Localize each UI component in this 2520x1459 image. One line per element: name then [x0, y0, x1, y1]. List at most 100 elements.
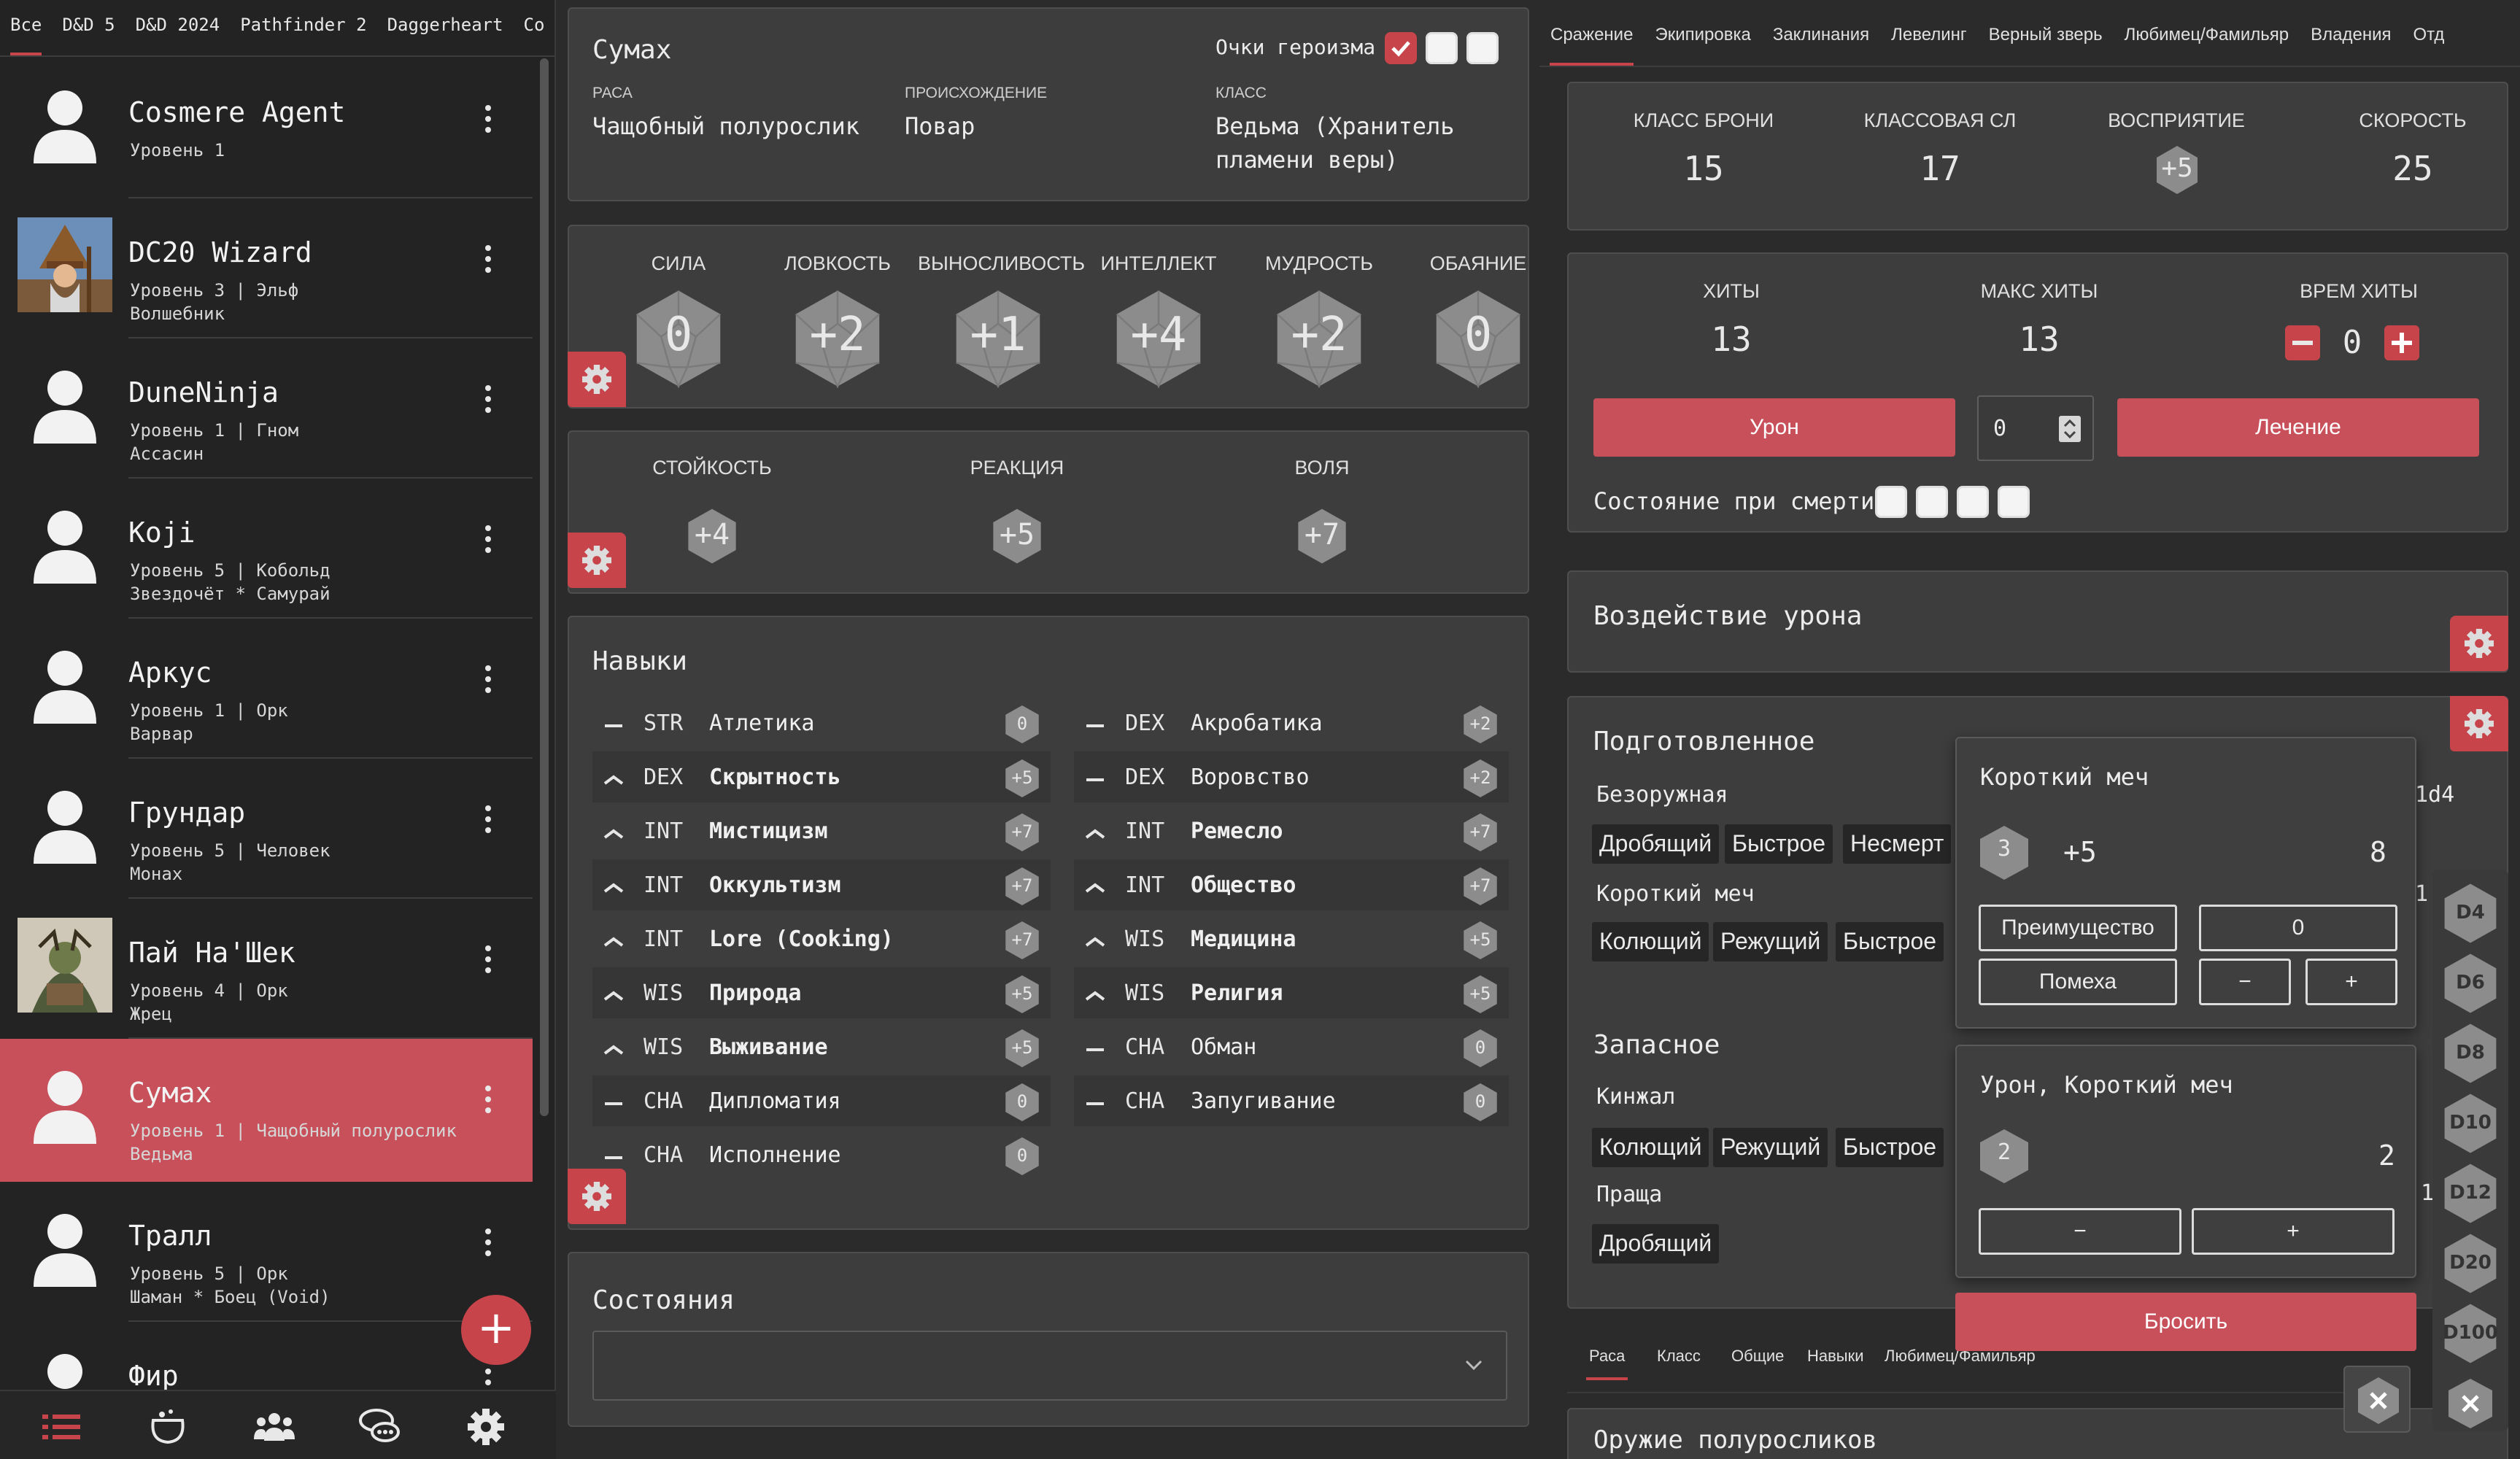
skill-row[interactable]: CHA Запугивание 0: [1074, 1075, 1509, 1126]
damage-button[interactable]: Урон: [1593, 398, 1955, 457]
trait-tag[interactable]: Режущий: [1713, 1128, 1828, 1167]
spinner-icon[interactable]: [2059, 416, 2081, 442]
skill-row[interactable]: CHA Обман 0: [1074, 1021, 1509, 1072]
tab-all[interactable]: Все: [0, 0, 52, 55]
character-row[interactable]: DuneNinja Уровень 1 | Гном Ассасин: [0, 338, 533, 479]
skill-row[interactable]: INT Оккультизм +7: [592, 859, 1051, 910]
tab-daggerheart[interactable]: Daggerheart: [377, 0, 514, 55]
death-checkbox-3[interactable]: [1957, 486, 1989, 518]
more-options-icon[interactable]: [477, 521, 499, 557]
gear-icon[interactable]: [568, 352, 626, 407]
skill-row[interactable]: CHA Дипломатия 0: [592, 1075, 1051, 1126]
tab-leveling[interactable]: Левелинг: [1880, 0, 1978, 66]
skill-row[interactable]: INT Ремесло +7: [1074, 805, 1509, 856]
character-row[interactable]: Фир: [0, 1322, 533, 1390]
trait-tag[interactable]: Колющий: [1592, 922, 1709, 961]
roll-button[interactable]: Бросить: [1955, 1293, 2416, 1351]
gear-icon[interactable]: [2450, 696, 2508, 751]
skill-row[interactable]: WIS Медицина +5: [1074, 913, 1509, 964]
hp-amount-input[interactable]: 0: [1977, 395, 2094, 461]
tab-dnd5[interactable]: D&D 5: [52, 0, 125, 55]
character-row[interactable]: Cosmere Agent Уровень 1: [0, 58, 533, 198]
heroism-checkbox-1[interactable]: [1385, 32, 1417, 64]
gear-icon[interactable]: [2450, 616, 2508, 671]
more-options-icon[interactable]: [477, 241, 499, 277]
modifier-plus-button[interactable]: +: [2306, 959, 2397, 1005]
group-icon[interactable]: [252, 1407, 296, 1447]
heroism-checkbox-3[interactable]: [1466, 32, 1499, 64]
tab-equipment[interactable]: Экипировка: [1644, 0, 1761, 66]
trait-tag[interactable]: Дробящий: [1592, 1224, 1720, 1263]
skill-row[interactable]: STR Атлетика 0: [592, 697, 1051, 748]
trait-tag[interactable]: Быстрое: [1836, 1128, 1944, 1167]
more-options-icon[interactable]: [477, 381, 499, 417]
trait-tag[interactable]: Быстрое: [1725, 824, 1833, 864]
trait-tag[interactable]: Несмерт: [1843, 824, 1952, 864]
character-row[interactable]: Koji Уровень 5 | Кобольд Звездочёт * Саму…: [0, 479, 533, 619]
heroism-checkbox-2[interactable]: [1426, 32, 1458, 64]
tab-pathfinder2[interactable]: Pathfinder 2: [230, 0, 376, 55]
sidebar-scrollbar[interactable]: [540, 58, 549, 1116]
skill-row[interactable]: DEX Акробатика +2: [1074, 697, 1509, 748]
settings-icon[interactable]: [464, 1407, 508, 1447]
skill-row[interactable]: WIS Выживание +5: [592, 1021, 1051, 1072]
trait-tag[interactable]: Дробящий: [1592, 824, 1720, 864]
chat-icon[interactable]: [357, 1407, 401, 1447]
skill-row[interactable]: WIS Природа +5: [592, 967, 1051, 1018]
more-options-icon[interactable]: [477, 1081, 499, 1118]
damage-minus-button[interactable]: −: [1979, 1208, 2181, 1255]
tab-class-features[interactable]: Класс: [1646, 1320, 1712, 1366]
skill-row[interactable]: INT Общество +7: [1074, 859, 1509, 910]
skill-row[interactable]: DEX Скрытность +5: [592, 751, 1051, 802]
modifier-input[interactable]: 0: [2199, 905, 2397, 951]
close-dice-button[interactable]: [2437, 1374, 2504, 1433]
temp-hp-minus-button[interactable]: [2285, 325, 2320, 360]
character-row[interactable]: Аркус Уровень 1 | Орк Варвар: [0, 619, 533, 759]
tab-familiar[interactable]: Любимец/Фамильяр: [2114, 0, 2300, 66]
character-row[interactable]: DC20 Wizard Уровень 3 | Эльф Волшебник: [0, 198, 533, 338]
trait-tag[interactable]: Быстрое: [1836, 922, 1944, 961]
tab-skill-features[interactable]: Навыки: [1796, 1320, 1875, 1366]
temp-hp-plus-button[interactable]: [2384, 325, 2419, 360]
tab-proficiencies[interactable]: Владения: [2300, 0, 2402, 66]
more-options-icon[interactable]: [477, 1364, 499, 1390]
skill-row[interactable]: CHA Исполнение 0: [592, 1129, 1051, 1180]
conditions-select[interactable]: [592, 1331, 1507, 1401]
cauldron-icon[interactable]: [146, 1407, 190, 1447]
add-character-button[interactable]: +: [461, 1295, 531, 1365]
advantage-button[interactable]: Преимущество: [1979, 905, 2177, 951]
tab-ancestry[interactable]: Раса: [1567, 1320, 1647, 1380]
gear-icon[interactable]: [568, 1169, 626, 1224]
trait-tag[interactable]: Режущий: [1713, 922, 1828, 961]
tab-general-features[interactable]: Общие: [1720, 1320, 1795, 1366]
more-options-icon[interactable]: [477, 941, 499, 978]
death-checkbox-4[interactable]: [1998, 486, 2030, 518]
close-popup-button[interactable]: [2343, 1366, 2411, 1433]
tab-spells[interactable]: Заклинания: [1762, 0, 1880, 66]
tab-combat[interactable]: Сражение: [1539, 0, 1644, 66]
list-icon[interactable]: [39, 1407, 83, 1447]
skill-row[interactable]: DEX Воровство +2: [1074, 751, 1509, 802]
gear-icon[interactable]: [568, 533, 626, 588]
disadvantage-button[interactable]: Помеха: [1979, 959, 2177, 1005]
more-options-icon[interactable]: [477, 801, 499, 837]
tab-dnd2024[interactable]: D&D 2024: [125, 0, 231, 55]
heal-button[interactable]: Лечение: [2117, 398, 2479, 457]
tab-companion[interactable]: Верный зверь: [1978, 0, 2114, 66]
character-row[interactable]: Пай На'Шек Уровень 4 | Орк Жрец: [0, 899, 533, 1039]
death-checkbox-1[interactable]: [1875, 486, 1907, 518]
tab-other[interactable]: Отд: [2403, 0, 2456, 66]
skill-row[interactable]: WIS Религия +5: [1074, 967, 1509, 1018]
more-options-icon[interactable]: [477, 661, 499, 697]
modifier-minus-button[interactable]: −: [2199, 959, 2291, 1005]
more-options-icon[interactable]: [477, 101, 499, 137]
character-row[interactable]: Грундар Уровень 5 | Человек Монах: [0, 759, 533, 899]
character-row[interactable]: Тралл Уровень 5 | Орк Шаман * Боец (Void): [0, 1182, 533, 1322]
trait-tag[interactable]: Колющий: [1592, 1128, 1709, 1167]
tab-co[interactable]: Co: [514, 0, 555, 55]
skill-row[interactable]: INT Lore (Cooking) +7: [592, 913, 1051, 964]
skill-row[interactable]: INT Мистицизм +7: [592, 805, 1051, 856]
death-checkbox-2[interactable]: [1916, 486, 1948, 518]
more-options-icon[interactable]: [477, 1224, 499, 1261]
damage-plus-button[interactable]: +: [2192, 1208, 2395, 1255]
